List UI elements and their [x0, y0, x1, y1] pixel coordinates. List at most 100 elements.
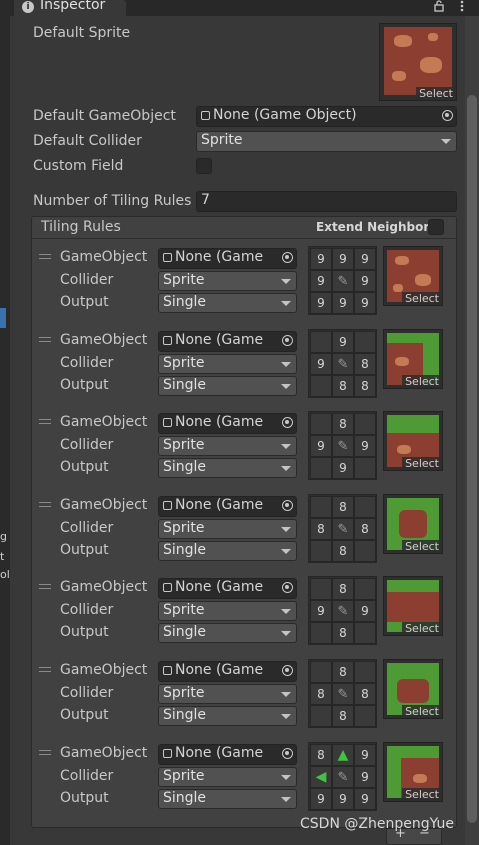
center-tile-icon[interactable]: ✎ — [332, 600, 354, 622]
object-picker-icon[interactable] — [282, 582, 293, 593]
drag-handle-icon[interactable] — [39, 584, 51, 589]
neighbor-cell[interactable]: 8 — [354, 353, 376, 375]
rule-collider-dropdown[interactable]: Sprite — [158, 354, 297, 374]
default-sprite-field[interactable]: Select — [379, 23, 457, 101]
neighbor-cell[interactable]: 8 — [310, 518, 332, 540]
extend-neighbor-checkbox[interactable] — [428, 219, 444, 235]
rule-sprite-field[interactable]: Select — [383, 246, 443, 306]
neighbor-cell[interactable] — [354, 540, 376, 562]
rule-output-dropdown[interactable]: Single — [158, 376, 297, 396]
neighbor-cell[interactable]: 9 — [354, 248, 376, 270]
neighbor-cell[interactable]: 8 — [332, 375, 354, 397]
rule-sprite-field[interactable]: Select — [383, 329, 443, 389]
neighbor-cell[interactable]: 9 — [354, 270, 376, 292]
rule-output-dropdown[interactable]: Single — [158, 623, 297, 643]
neighbor-cell[interactable]: 8 — [332, 496, 354, 518]
neighbor-cell[interactable] — [310, 540, 332, 562]
neighbor-cell[interactable]: 8 — [332, 705, 354, 727]
tab-inspector[interactable]: i Inspector — [14, 0, 126, 16]
rule-sprite-field[interactable]: Select — [383, 494, 443, 554]
neighbor-cell[interactable]: 9 — [354, 744, 376, 766]
rule-collider-dropdown[interactable]: Sprite — [158, 601, 297, 621]
rule-collider-dropdown[interactable]: Sprite — [158, 767, 297, 787]
neighbor-cell[interactable]: 8 — [354, 375, 376, 397]
neighbor-cell[interactable] — [354, 413, 376, 435]
rule-sprite-field[interactable]: Select — [383, 742, 443, 802]
rule-sprite-field[interactable]: Select — [383, 659, 443, 719]
neighbor-cell[interactable]: 9 — [332, 331, 354, 353]
rule-output-dropdown[interactable]: Single — [158, 293, 297, 313]
custom-field-checkbox[interactable] — [196, 158, 212, 174]
neighbor-cell[interactable]: 8 — [354, 518, 376, 540]
arrow-left-icon[interactable]: ◀ — [310, 766, 332, 788]
center-tile-icon[interactable]: ✎ — [332, 766, 354, 788]
neighbor-cell[interactable] — [354, 578, 376, 600]
neighbor-cell[interactable] — [310, 457, 332, 479]
neighbor-cell[interactable]: 8 — [332, 622, 354, 644]
neighbor-cell[interactable] — [354, 496, 376, 518]
neighbor-cell[interactable]: 9 — [332, 788, 354, 810]
neighbor-cell[interactable] — [354, 457, 376, 479]
rule-gameobject-field[interactable]: None (Game — [158, 496, 297, 517]
neighbor-cell[interactable]: 9 — [310, 353, 332, 375]
object-picker-icon[interactable] — [282, 665, 293, 676]
center-tile-icon[interactable]: ✎ — [332, 270, 354, 292]
object-picker-icon[interactable] — [282, 500, 293, 511]
rule-output-dropdown[interactable]: Single — [158, 706, 297, 726]
select-button[interactable]: Select — [402, 375, 442, 388]
neighbor-cell[interactable]: 9 — [332, 248, 354, 270]
rule-collider-dropdown[interactable]: Sprite — [158, 436, 297, 456]
neighbor-cell[interactable] — [310, 331, 332, 353]
neighbor-cell[interactable]: 9 — [310, 788, 332, 810]
rule-collider-dropdown[interactable]: Sprite — [158, 271, 297, 291]
rule-gameobject-field[interactable]: None (Game — [158, 744, 297, 765]
select-button[interactable]: Select — [402, 788, 442, 801]
default-collider-dropdown[interactable]: Sprite — [196, 131, 457, 152]
drag-handle-icon[interactable] — [39, 667, 51, 672]
neighbor-cell[interactable]: 8 — [332, 578, 354, 600]
object-picker-icon[interactable] — [282, 252, 293, 263]
rule-output-dropdown[interactable]: Single — [158, 458, 297, 478]
neighbor-cell[interactable] — [354, 705, 376, 727]
drag-handle-icon[interactable] — [39, 419, 51, 424]
scrollbar-thumb[interactable] — [467, 95, 477, 823]
select-button[interactable]: Select — [402, 540, 442, 553]
neighbor-cell[interactable] — [310, 496, 332, 518]
neighbor-cell[interactable]: 9 — [310, 600, 332, 622]
object-picker-icon[interactable] — [282, 748, 293, 759]
rule-gameobject-field[interactable]: None (Game — [158, 661, 297, 682]
select-button[interactable]: Select — [402, 457, 442, 470]
neighbor-cell[interactable]: 9 — [354, 292, 376, 314]
arrow-up-icon[interactable]: ▲ — [332, 744, 354, 766]
neighbor-cell[interactable] — [310, 622, 332, 644]
center-tile-icon[interactable]: ✎ — [332, 353, 354, 375]
center-tile-icon[interactable]: ✎ — [332, 435, 354, 457]
neighbor-cell[interactable] — [354, 331, 376, 353]
neighbor-cell[interactable] — [310, 661, 332, 683]
drag-handle-icon[interactable] — [39, 337, 51, 342]
neighbor-cell[interactable]: 8 — [354, 683, 376, 705]
neighbor-cell[interactable]: 9 — [354, 435, 376, 457]
center-tile-icon[interactable]: ✎ — [332, 518, 354, 540]
number-rules-input[interactable]: 7 — [196, 191, 457, 212]
drag-handle-icon[interactable] — [39, 254, 51, 259]
rule-collider-dropdown[interactable]: Sprite — [158, 684, 297, 704]
neighbor-cell[interactable]: 9 — [310, 292, 332, 314]
select-button[interactable]: Select — [402, 622, 442, 635]
rule-output-dropdown[interactable]: Single — [158, 541, 297, 561]
neighbor-cell[interactable] — [310, 578, 332, 600]
default-gameobject-field[interactable]: None (Game Object) — [196, 106, 457, 127]
neighbor-cell[interactable]: 9 — [310, 270, 332, 292]
neighbor-cell[interactable]: 8 — [310, 683, 332, 705]
center-tile-icon[interactable]: ✎ — [332, 683, 354, 705]
rule-gameobject-field[interactable]: None (Game — [158, 578, 297, 599]
select-button[interactable]: Select — [416, 87, 456, 100]
neighbor-cell[interactable]: 9 — [310, 248, 332, 270]
neighbor-cell[interactable] — [310, 375, 332, 397]
drag-handle-icon[interactable] — [39, 502, 51, 507]
rule-sprite-field[interactable]: Select — [383, 576, 443, 636]
neighbor-cell[interactable]: 9 — [354, 788, 376, 810]
rule-output-dropdown[interactable]: Single — [158, 789, 297, 809]
select-button[interactable]: Select — [402, 705, 442, 718]
neighbor-cell[interactable] — [354, 622, 376, 644]
